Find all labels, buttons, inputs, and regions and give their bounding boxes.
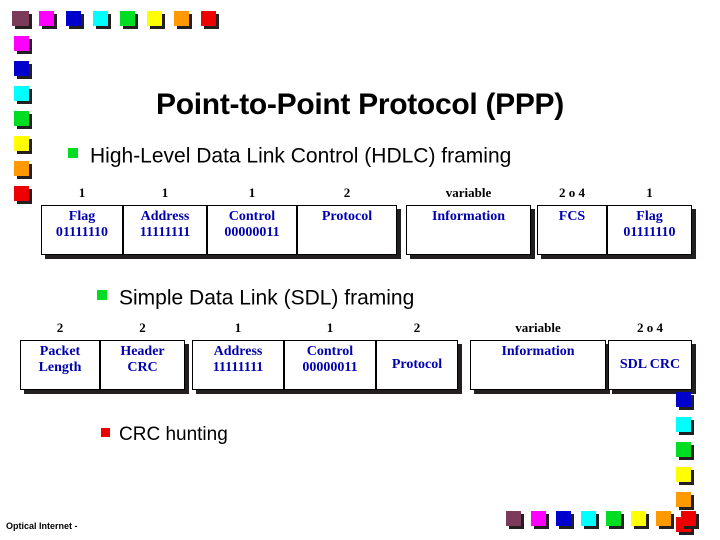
frame-field-label: Control 00000011 xyxy=(224,209,280,240)
frame-field-label: Flag 01111110 xyxy=(55,209,109,240)
frame-field-cell: Address 11111111 xyxy=(192,340,284,390)
decor-square-green xyxy=(676,442,691,457)
decor-square-orange xyxy=(676,492,691,507)
field-size-label: 2 o 4 xyxy=(637,320,663,335)
decor-square-yellow xyxy=(631,511,646,526)
frame-field-cell: Control 00000011 xyxy=(284,340,376,390)
frame-field-cell: Control 00000011 xyxy=(207,205,297,255)
field-size-label: 1 xyxy=(326,320,334,335)
field-size-label: 2 xyxy=(139,320,146,335)
page-title: Point-to-Point Protocol (PPP) xyxy=(156,88,564,121)
decor-square-green xyxy=(120,11,135,26)
decor-square-cyan xyxy=(14,86,29,101)
frame-field-label: Header CRC xyxy=(120,344,165,375)
bullet-label: High-Level Data Link Control (HDLC) fram… xyxy=(90,144,512,168)
decor-square-blue xyxy=(676,392,691,407)
decor-square-blue xyxy=(66,11,81,26)
decor-square-orange xyxy=(14,161,29,176)
field-size-label: variable xyxy=(445,185,492,200)
frame-field-cell: Information xyxy=(406,205,531,255)
bullet-label: Simple Data Link (SDL) framing xyxy=(119,286,415,310)
decor-square-magenta xyxy=(531,511,546,526)
frame-field-label: Address 11111111 xyxy=(212,344,264,375)
footer-text: Optical Internet - xyxy=(6,521,78,531)
slide-canvas: Point-to-Point Protocol (PPP) High-Level… xyxy=(0,0,720,540)
field-size-label: 2 xyxy=(343,185,351,200)
frame-field-cell: Flag 01111110 xyxy=(41,205,123,255)
decor-square-yellow xyxy=(147,11,162,26)
frame-field-cell: Protocol xyxy=(376,340,458,390)
bullet-sdl-framing: Simple Data Link (SDL) framing xyxy=(97,286,414,310)
frame-field-label: Packet Length xyxy=(38,344,82,375)
frame-field-cell: Protocol xyxy=(297,205,397,255)
bullet-crc-hunting: CRC hunting xyxy=(101,424,228,446)
decor-square-magenta xyxy=(14,36,29,51)
frame-field-label: Control 00000011 xyxy=(302,344,358,375)
field-size-label: 1 xyxy=(161,185,169,200)
frame-field-cell: Address 11111111 xyxy=(123,205,207,255)
field-size-label: 2 xyxy=(413,320,421,335)
decor-square-plum xyxy=(14,11,29,26)
bullet-marker-icon xyxy=(68,148,78,159)
decor-square-red xyxy=(14,186,29,201)
frame-field-label: Information xyxy=(501,344,575,359)
frame-field-label: Address 11111111 xyxy=(139,209,191,240)
frame-field-label: FCS xyxy=(558,209,586,224)
bullet-hdlc-framing: High-Level Data Link Control (HDLC) fram… xyxy=(68,144,511,168)
field-size-label: 2 o 4 xyxy=(559,185,585,200)
decor-square-red xyxy=(681,511,696,526)
field-size-label: 1 xyxy=(646,185,653,200)
field-size-label: 1 xyxy=(234,320,242,335)
frame-field-cell: Header CRC xyxy=(100,340,185,390)
field-size-label: 2 xyxy=(56,320,64,335)
decor-square-yellow xyxy=(676,467,691,482)
frame-field-cell: SDL CRC xyxy=(608,340,692,390)
frame-field-label: Protocol xyxy=(391,357,443,372)
frame-field-label: Flag 01111110 xyxy=(623,209,676,240)
frame-field-cell: Packet Length xyxy=(20,340,100,390)
frame-field-cell: FCS xyxy=(537,205,607,255)
decor-square-red xyxy=(201,11,216,26)
bullet-label: CRC hunting xyxy=(119,424,228,445)
decor-square-orange xyxy=(174,11,189,26)
decor-square-magenta xyxy=(39,11,54,26)
decor-square-orange xyxy=(656,511,671,526)
frame-field-cell: Flag 01111110 xyxy=(607,205,692,255)
frame-field-cell: Information xyxy=(470,340,606,390)
frame-field-label: Information xyxy=(431,209,506,224)
decor-square-green xyxy=(14,111,29,126)
frame-field-label: SDL CRC xyxy=(619,357,681,372)
decor-square-cyan xyxy=(93,11,108,26)
decor-square-plum xyxy=(506,511,521,526)
field-size-label: variable xyxy=(515,320,561,335)
decor-square-cyan xyxy=(581,511,596,526)
decor-square-cyan xyxy=(676,417,691,432)
bullet-marker-icon xyxy=(97,290,107,301)
field-size-label: 1 xyxy=(248,185,256,200)
decor-square-blue xyxy=(556,511,571,526)
frame-field-label: Protocol xyxy=(321,209,373,224)
decor-square-blue xyxy=(14,61,29,76)
field-size-label: 1 xyxy=(78,185,86,200)
decor-square-green xyxy=(606,511,621,526)
bullet-marker-icon xyxy=(101,427,110,437)
decor-square-yellow xyxy=(14,136,29,151)
